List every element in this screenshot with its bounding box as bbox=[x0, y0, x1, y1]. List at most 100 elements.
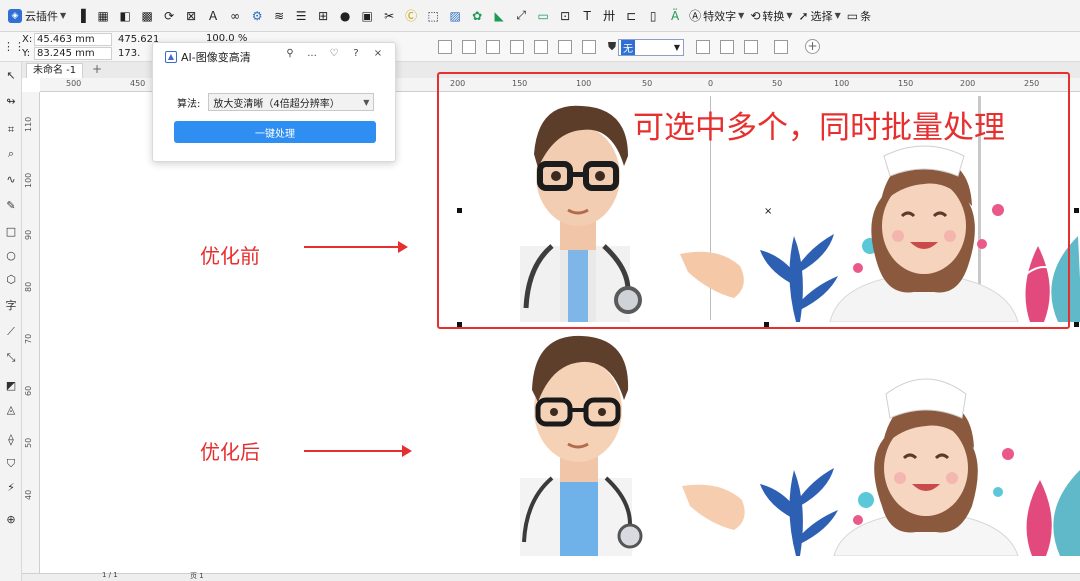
eyedropper-tool-icon[interactable]: ⟠ bbox=[3, 432, 19, 448]
t-icon[interactable]: T bbox=[578, 7, 596, 25]
scissors-icon[interactable]: ✂ bbox=[380, 7, 398, 25]
rotate-icon[interactable]: ⟳ bbox=[160, 7, 178, 25]
image-icon[interactable]: ▨ bbox=[446, 7, 464, 25]
dimension-tool-icon[interactable]: ⟋ bbox=[3, 324, 19, 340]
frame-icon[interactable]: ⊡ bbox=[556, 7, 574, 25]
algorithm-select[interactable]: 放大变清晰（4倍超分辨率） ▼ bbox=[208, 93, 375, 111]
freehand-tool-icon[interactable]: ∿ bbox=[3, 172, 19, 188]
nurse-figure-after bbox=[833, 378, 1019, 556]
y-field[interactable]: 83.245 mm bbox=[34, 47, 112, 60]
layers-icon[interactable]: ◧ bbox=[116, 7, 134, 25]
intersect-icon[interactable] bbox=[534, 40, 548, 54]
toolbox: ↖ ↬ ⌗ ⌕ ∿ ✎ □ ○ ⬡ 字 ⟋ ⤡ ◩ ◬ ⟠ ⛉ ⚡ ⊕ bbox=[0, 62, 22, 581]
trim-icon[interactable] bbox=[510, 40, 524, 54]
id-icon[interactable]: ● bbox=[336, 7, 354, 25]
connector-tool-icon[interactable]: ⤡ bbox=[3, 350, 19, 366]
add-tab-icon[interactable]: + bbox=[90, 63, 104, 77]
special-text-menu[interactable]: Ⓐ 特效字 ▼ bbox=[686, 4, 747, 28]
split-icon[interactable]: 卅 bbox=[600, 7, 618, 25]
ruler-label: 450 bbox=[130, 79, 146, 88]
palette-icon[interactable]: ✿ bbox=[468, 7, 486, 25]
selection-handle[interactable] bbox=[1074, 322, 1079, 327]
x-field[interactable]: 45.463 mm bbox=[34, 33, 112, 46]
align-icon[interactable] bbox=[774, 40, 788, 54]
text-tool-icon[interactable]: 字 bbox=[3, 298, 19, 314]
smart-fill-tool-icon[interactable]: ⚡ bbox=[3, 480, 19, 496]
select-label: 选择 bbox=[810, 9, 833, 23]
polygon-tool-icon[interactable]: ⬡ bbox=[3, 272, 19, 288]
add-icon[interactable]: + bbox=[805, 39, 820, 54]
x-label: X: bbox=[22, 34, 33, 45]
stack-icon[interactable]: ≋ bbox=[270, 7, 288, 25]
monitor-icon[interactable]: ▭ bbox=[534, 7, 552, 25]
favorite-icon[interactable]: ♡ bbox=[323, 48, 345, 59]
select-menu[interactable]: ➚ 选择 ▼ bbox=[796, 4, 844, 28]
one-click-process-button[interactable]: 一键处理 bbox=[174, 121, 376, 143]
pattern-icon[interactable]: ▩ bbox=[138, 7, 156, 25]
main-toolbar: ◈ 云插件 ▼ ▐ ▦ ◧ ▩ ⟳ ⊠ Ａ ∞ ⚙ ≋ ☰ ⊞ ● ▣ ✂ Ⓒ … bbox=[0, 0, 1080, 32]
before-label: 优化前 bbox=[200, 244, 260, 268]
cursor-icon: ➚ bbox=[798, 8, 809, 23]
ruler-label: 80 bbox=[24, 281, 33, 292]
tab-untitled[interactable]: 未命名 -1 bbox=[26, 63, 84, 78]
photo-icon[interactable]: ▣ bbox=[358, 7, 376, 25]
crop-icon[interactable]: ⊠ bbox=[182, 7, 200, 25]
selection-handle[interactable] bbox=[1074, 208, 1079, 213]
image-frame-icon[interactable] bbox=[720, 40, 734, 54]
page-tab[interactable]: 页 1 bbox=[190, 571, 204, 581]
blue-leaves-after bbox=[760, 468, 838, 556]
fill-select[interactable]: 无 ▼ bbox=[618, 39, 684, 56]
panel-title: ▲ AI-图像变高清 bbox=[165, 49, 251, 65]
text-a-icon[interactable]: Ａ bbox=[204, 7, 222, 25]
more-icon[interactable]: ... bbox=[301, 48, 323, 59]
table-icon[interactable]: ⊞ bbox=[314, 7, 332, 25]
ellipse-tool-icon[interactable]: ○ bbox=[3, 248, 19, 264]
shadow-tool-icon[interactable]: ◩ bbox=[3, 378, 19, 394]
grid-icon[interactable]: ▦ bbox=[94, 7, 112, 25]
grid-align-icon[interactable] bbox=[696, 40, 710, 54]
weld-icon[interactable] bbox=[486, 40, 500, 54]
simplify-icon[interactable] bbox=[558, 40, 572, 54]
k-logo-icon[interactable]: ◣ bbox=[490, 7, 508, 25]
add-tool-icon[interactable]: ⊕ bbox=[3, 512, 19, 528]
shape-tool-icon[interactable]: ↬ bbox=[3, 94, 19, 110]
y-label: Y: bbox=[22, 48, 31, 59]
ai-text-icon[interactable]: Ä bbox=[666, 7, 684, 25]
combine-icon[interactable] bbox=[462, 40, 476, 54]
pointer-tool-icon[interactable]: ↖ bbox=[3, 68, 19, 84]
fill-tool-icon[interactable]: ⛉ bbox=[3, 456, 19, 472]
link-icon[interactable]: ∞ bbox=[226, 7, 244, 25]
bracket-icon[interactable]: ⊏ bbox=[622, 7, 640, 25]
lines-icon[interactable]: ☰ bbox=[292, 7, 310, 25]
front-minus-back-icon[interactable] bbox=[582, 40, 596, 54]
box-icon[interactable]: ⬚ bbox=[424, 7, 442, 25]
vertical-ruler: 110 100 90 80 70 60 50 40 bbox=[22, 92, 40, 573]
after-label: 优化后 bbox=[200, 440, 260, 464]
pin-icon[interactable]: ⚲ bbox=[279, 48, 301, 59]
transparency-tool-icon[interactable]: ◬ bbox=[3, 402, 19, 418]
expand-icon[interactable]: ⤢ bbox=[512, 7, 530, 25]
bold-f-icon[interactable]: ▐ bbox=[72, 7, 90, 25]
convert-menu[interactable]: ⟲ 转换 ▼ bbox=[747, 4, 795, 28]
close-icon[interactable]: × bbox=[367, 48, 389, 59]
ruler-label: 110 bbox=[24, 116, 33, 132]
pen-tool-icon[interactable]: ✎ bbox=[3, 198, 19, 214]
gear-icon[interactable]: ⚙ bbox=[248, 7, 266, 25]
doctor-figure-after bbox=[520, 335, 643, 556]
help-icon[interactable]: ? bbox=[345, 48, 367, 59]
rectangle-tool-icon[interactable]: □ bbox=[3, 224, 19, 240]
group-icon[interactable] bbox=[438, 40, 452, 54]
c-logo-icon[interactable]: Ⓒ bbox=[402, 7, 420, 25]
ruler-label: 90 bbox=[24, 229, 33, 240]
battery-icon[interactable]: ▯ bbox=[644, 7, 662, 25]
cloud-plugin-menu[interactable]: ◈ 云插件 ▼ bbox=[4, 4, 70, 28]
more-menu[interactable]: ▭ 条 bbox=[844, 4, 874, 28]
grip-icon: ⋮⋮ bbox=[3, 40, 25, 53]
crop-tool-icon[interactable]: ⌗ bbox=[3, 122, 19, 138]
copy-icon[interactable] bbox=[744, 40, 758, 54]
zoom-tool-icon[interactable]: ⌕ bbox=[3, 146, 19, 162]
before-arrow bbox=[304, 241, 408, 253]
chevron-down-icon: ▼ bbox=[60, 11, 67, 20]
batch-headline: 可选中多个，同时批量处理 bbox=[633, 110, 1005, 146]
cloud-plugin-label: 云插件 bbox=[25, 9, 58, 23]
